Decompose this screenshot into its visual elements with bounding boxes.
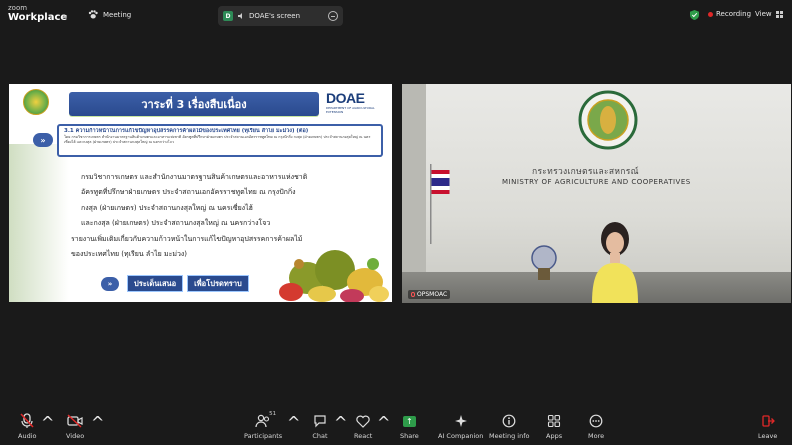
zoom-workplace-logo[interactable]: zoom Workplace: [8, 5, 68, 23]
video-options-chevron-icon[interactable]: ^: [91, 413, 104, 443]
heart-icon: [355, 413, 371, 429]
view-label: View: [755, 10, 772, 18]
participants-icon: 51: [255, 411, 276, 429]
view-button[interactable]: View: [755, 10, 784, 18]
leave-button[interactable]: Leave: [758, 413, 777, 443]
meeting-menu[interactable]: Meeting: [88, 10, 131, 19]
doae-logo-sub: DEPARTMENT OF AGRICULTURAL EXTENSION: [326, 106, 375, 114]
ai-companion-button[interactable]: AI Companion: [438, 413, 483, 443]
body-line: และกงสุล (ฝ่ายเกษตร) ประจำสถานกงสุลใหญ่ …: [81, 219, 271, 228]
recording-label: Recording: [716, 10, 752, 18]
official-emblem: [531, 245, 557, 280]
ai-companion-label: AI Companion: [438, 432, 484, 440]
shield-check-icon[interactable]: [690, 10, 699, 20]
participants-button[interactable]: 51 Participants: [244, 411, 283, 443]
issue-label: ประเด็นเสนอ: [127, 275, 184, 292]
meeting-label: Meeting: [103, 10, 132, 19]
apps-label: Apps: [546, 432, 563, 440]
share-label: Share: [400, 432, 419, 440]
apps-icon: [546, 413, 562, 429]
chat-icon: [312, 413, 328, 429]
leaf-decoration: [9, 144, 69, 302]
chat-options-chevron-icon[interactable]: ^: [334, 413, 347, 443]
shared-slide: วาระที่ 3 เรื่องสืบเนื่อง DOAE DEPARTMEN…: [9, 84, 392, 302]
screen-label: DOAE's screen: [249, 12, 301, 20]
participants-options-chevron-icon[interactable]: ^: [287, 413, 300, 443]
chevron-down-icon[interactable]: ⌄: [62, 10, 69, 19]
fruit-basket-image: [279, 250, 389, 302]
slide-subtitle-detail: โดย กรมวิชาการเกษตร สำนักงานมาตรฐานสินค้…: [64, 135, 371, 144]
leave-label: Leave: [758, 432, 778, 440]
participants-count: 51: [269, 411, 277, 417]
doae-logo-text: DOAE: [326, 90, 365, 106]
react-button[interactable]: React: [354, 413, 372, 443]
info-icon: [501, 413, 517, 429]
acknowledge-label: เพื่อโปรดทราบ: [187, 275, 249, 292]
slide-action-row: » ประเด็นเสนอ เพื่อโปรดทราบ: [101, 275, 249, 292]
ministry-seal: [23, 89, 49, 115]
slide-title: วาระที่ 3 เรื่องสืบเนื่อง: [69, 92, 319, 116]
participant-name-tag: OPSMOAC: [408, 290, 451, 299]
record-dot-icon: [708, 11, 713, 17]
slide-subtitle-box: 3.1 ความก้าวหน้าในการแก้ไขปัญหาอุปสรรคกา…: [57, 124, 383, 157]
mic-muted-icon: [411, 292, 415, 297]
sharer-avatar: D: [223, 11, 233, 21]
video-button[interactable]: Video: [66, 413, 84, 443]
audio-options-chevron-icon[interactable]: ^: [41, 413, 54, 443]
share-screen-icon: ↑: [401, 413, 417, 429]
body-line: กรมวิชาการเกษตร และสำนักงานมาตรฐานสินค้า…: [81, 173, 308, 181]
video-window-frame: [402, 84, 426, 303]
react-label: React: [354, 432, 373, 440]
top-bar: zoom Workplace ⌄ Meeting D DOAE's screen: [0, 0, 792, 30]
meeting-toolbar: Audio ^ Video ^ 51 Participants ^ Chat ^…: [0, 408, 792, 445]
speaker-icon: [238, 13, 242, 19]
sparkle-icon: [453, 413, 469, 429]
chat-label: Chat: [312, 432, 328, 440]
video-off-icon: [67, 413, 83, 429]
more-label: More: [588, 432, 605, 440]
more-button[interactable]: More: [588, 413, 604, 443]
body-line: กงสุล (ฝ่ายเกษตร) ประจำสถานกงสุลใหญ่ ณ น…: [81, 203, 253, 212]
paw-icon: [88, 10, 98, 19]
logo-line2: Workplace: [8, 12, 68, 23]
doae-logo: DOAE DEPARTMENT OF AGRICULTURAL EXTENSIO…: [326, 90, 386, 118]
ministry-name-thai: กระทรวงเกษตรและสหกรณ์: [532, 167, 639, 177]
meeting-info-label: Meeting info: [489, 432, 530, 440]
screen-share-indicator[interactable]: D DOAE's screen: [218, 6, 343, 26]
participant-name: OPSMOAC: [417, 291, 448, 298]
more-dots-icon: [588, 413, 604, 429]
apps-button[interactable]: Apps: [546, 413, 562, 443]
double-chevron-icon: »: [33, 133, 53, 147]
video-label: Video: [66, 432, 85, 440]
ministry-seal-emblem: [578, 90, 638, 150]
react-options-chevron-icon[interactable]: ^: [377, 413, 390, 443]
leave-icon: [760, 413, 776, 429]
zoom-window: zoom Workplace ⌄ Meeting D DOAE's screen: [0, 0, 792, 445]
chat-button[interactable]: Chat: [312, 413, 328, 443]
body-line: อัครทูตที่ปรึกษาฝ่ายเกษตร ประจำสถานเอกอั…: [81, 188, 296, 197]
presenter-person: [592, 222, 638, 303]
meeting-info-button[interactable]: Meeting info: [489, 413, 529, 443]
thai-flag: [430, 164, 450, 244]
minimize-icon[interactable]: [328, 11, 338, 21]
audio-button[interactable]: Audio: [18, 413, 36, 443]
ministry-name-english: MINISTRY OF AGRICULTURE AND COOPERATIVES: [502, 178, 691, 186]
view-grid-icon: [775, 10, 783, 18]
participants-label: Participants: [244, 432, 283, 440]
logo-line1: zoom: [8, 4, 28, 12]
recording-indicator[interactable]: Recording: [708, 10, 751, 18]
double-chevron-icon: »: [101, 276, 119, 291]
share-button[interactable]: ↑ Share: [400, 413, 419, 443]
participant-video[interactable]: กระทรวงเกษตรและสหกรณ์ MINISTRY OF AGRICU…: [402, 84, 791, 303]
audio-label: Audio: [18, 432, 37, 440]
mic-muted-icon: [19, 413, 35, 429]
slide-header: วาระที่ 3 เรื่องสืบเนื่อง DOAE DEPARTMEN…: [9, 84, 392, 120]
